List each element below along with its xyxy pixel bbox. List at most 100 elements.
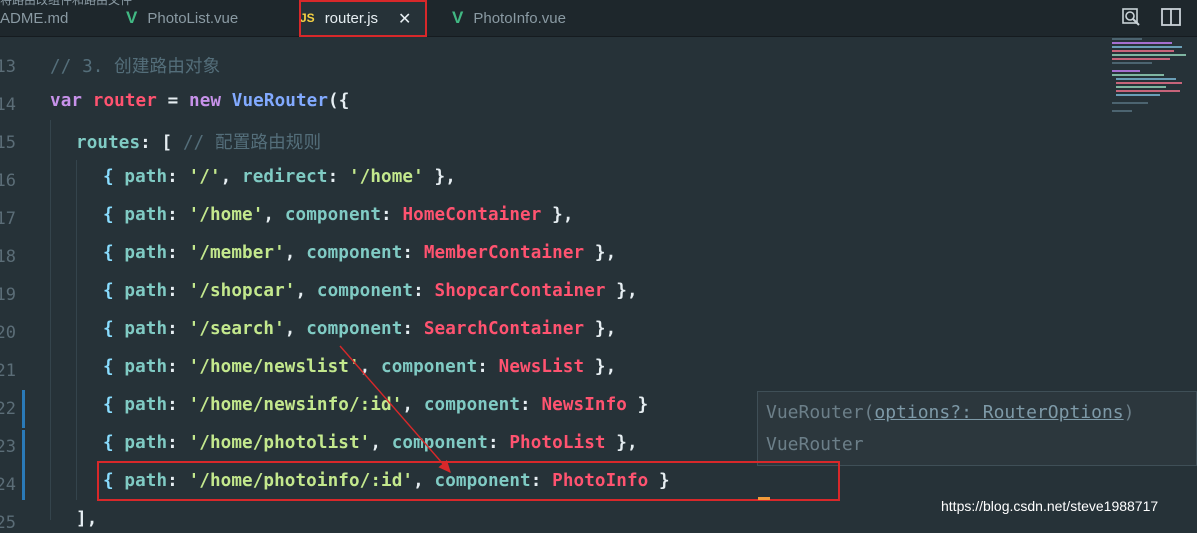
code-line-14: var router = new VueRouter({ bbox=[50, 91, 349, 111]
code-line-16: { path: '/', redirect: '/home' }, bbox=[103, 167, 456, 187]
tab-readme[interactable]: ADME.md bbox=[0, 0, 112, 36]
hover-text: VueRouter( bbox=[766, 402, 875, 423]
punctuation: , bbox=[295, 281, 317, 301]
punctuation: }, bbox=[541, 205, 574, 225]
string-literal: '/shopcar' bbox=[188, 281, 296, 301]
keyword: new bbox=[189, 91, 222, 111]
line-number: 24 bbox=[0, 475, 16, 495]
hover-parameter: options?: RouterOptions bbox=[874, 402, 1124, 423]
component-name: NewsInfo bbox=[541, 395, 627, 415]
punctuation: { bbox=[103, 433, 125, 453]
component-name: PhotoList bbox=[509, 433, 606, 453]
tab-photoinfo-vue[interactable]: V PhotoInfo.vue bbox=[448, 0, 622, 36]
punctuation: : bbox=[167, 433, 189, 453]
tab-label: PhotoList.vue bbox=[147, 9, 239, 27]
punctuation: }, bbox=[584, 357, 617, 377]
code-line-25: ], bbox=[76, 509, 98, 529]
modified-line-marker bbox=[22, 430, 25, 500]
punctuation: }, bbox=[605, 281, 638, 301]
open-preview-icon[interactable] bbox=[1120, 6, 1142, 28]
punctuation: } bbox=[626, 395, 649, 415]
code-line-18: { path: '/member', component: MemberCont… bbox=[103, 243, 616, 263]
editor-tab-bar: 将路由改组件和路由文件 ADME.md V PhotoList.vue JS r… bbox=[0, 0, 1197, 37]
hover-return-type: VueRouter bbox=[766, 434, 864, 455]
punctuation: : bbox=[477, 357, 499, 377]
punctuation: : bbox=[402, 319, 424, 339]
operator: = bbox=[156, 91, 190, 111]
class-name: VueRouter bbox=[231, 91, 329, 111]
punctuation: }, bbox=[423, 167, 456, 187]
property-key: component bbox=[381, 357, 478, 377]
string-literal: '/' bbox=[188, 167, 221, 187]
property-key: path bbox=[124, 205, 168, 225]
punctuation: ({ bbox=[328, 91, 350, 111]
property-key: component bbox=[391, 433, 488, 453]
punctuation: : [ bbox=[140, 133, 183, 153]
line-number: 16 bbox=[0, 171, 16, 191]
string-literal: '/home/newslist' bbox=[188, 357, 360, 377]
property-key: path bbox=[124, 357, 168, 377]
punctuation: : bbox=[402, 243, 424, 263]
signature-hover-popup: VueRouter(options?: RouterOptions) VueRo… bbox=[757, 391, 1197, 466]
property-key: path bbox=[124, 243, 168, 263]
line-number: 21 bbox=[0, 361, 16, 381]
property-key: path bbox=[124, 281, 168, 301]
tab-photolist-vue[interactable]: V PhotoList.vue bbox=[120, 0, 296, 36]
code-line-15: routes: [ // 配置路由规则 bbox=[76, 129, 321, 154]
punctuation: { bbox=[103, 357, 125, 377]
punctuation: : bbox=[167, 357, 189, 377]
property-key: component bbox=[316, 281, 414, 301]
component-name: ShopcarContainer bbox=[434, 281, 606, 301]
punctuation: : bbox=[167, 205, 189, 225]
punctuation: , bbox=[220, 167, 243, 187]
line-number: 22 bbox=[0, 399, 16, 419]
punctuation: { bbox=[103, 243, 125, 263]
minimap[interactable] bbox=[1108, 38, 1188, 118]
text-cursor bbox=[758, 497, 770, 500]
punctuation: { bbox=[103, 319, 125, 339]
code-line-21: { path: '/home/newslist', component: New… bbox=[103, 357, 616, 377]
property-key: redirect bbox=[242, 167, 328, 187]
property-key: path bbox=[124, 433, 168, 453]
punctuation: , bbox=[359, 357, 382, 377]
property-key: routes bbox=[76, 133, 141, 153]
code-line-17: { path: '/home', component: HomeContaine… bbox=[103, 205, 574, 225]
line-number: 25 bbox=[0, 513, 16, 533]
punctuation: : bbox=[487, 433, 510, 453]
line-number: 23 bbox=[0, 437, 16, 457]
punctuation: , bbox=[284, 243, 307, 263]
code-comment: // 3. 创建路由对象 bbox=[50, 57, 221, 77]
line-number: 20 bbox=[0, 323, 16, 343]
variable-name: router bbox=[92, 91, 157, 111]
split-editor-icon[interactable] bbox=[1160, 6, 1182, 28]
punctuation: , bbox=[263, 205, 285, 225]
punctuation: { bbox=[103, 281, 125, 301]
indent-guide bbox=[50, 120, 51, 520]
code-line-19: { path: '/shopcar', component: ShopcarCo… bbox=[103, 281, 638, 301]
punctuation: : bbox=[381, 205, 403, 225]
component-name: HomeContainer bbox=[402, 205, 542, 225]
vue-icon: V bbox=[452, 8, 464, 27]
string-literal: '/home/photolist' bbox=[188, 433, 371, 453]
code-comment: // 配置路由规则 bbox=[182, 133, 322, 153]
line-number: 18 bbox=[0, 247, 16, 267]
vue-icon: V bbox=[126, 8, 138, 27]
property-key: component bbox=[306, 319, 403, 339]
punctuation: }, bbox=[605, 433, 638, 453]
punctuation: : bbox=[167, 167, 189, 187]
punctuation: }, bbox=[584, 319, 617, 339]
code-line-20: { path: '/search', component: SearchCont… bbox=[103, 319, 616, 339]
string-literal: '/home' bbox=[188, 205, 264, 225]
line-number: 17 bbox=[0, 209, 16, 229]
tab-annotation-box bbox=[299, 0, 427, 37]
code-line-23: { path: '/home/photolist', component: Ph… bbox=[103, 433, 638, 453]
code-line-13: // 3. 创建路由对象 bbox=[50, 53, 220, 78]
property-key: component bbox=[306, 243, 403, 263]
punctuation: : bbox=[167, 319, 189, 339]
component-name: NewsList bbox=[498, 357, 585, 377]
property-key: path bbox=[124, 395, 168, 415]
punctuation: : bbox=[327, 167, 349, 187]
punctuation: : bbox=[413, 281, 435, 301]
punctuation: , bbox=[284, 319, 307, 339]
punctuation: , bbox=[370, 433, 392, 453]
